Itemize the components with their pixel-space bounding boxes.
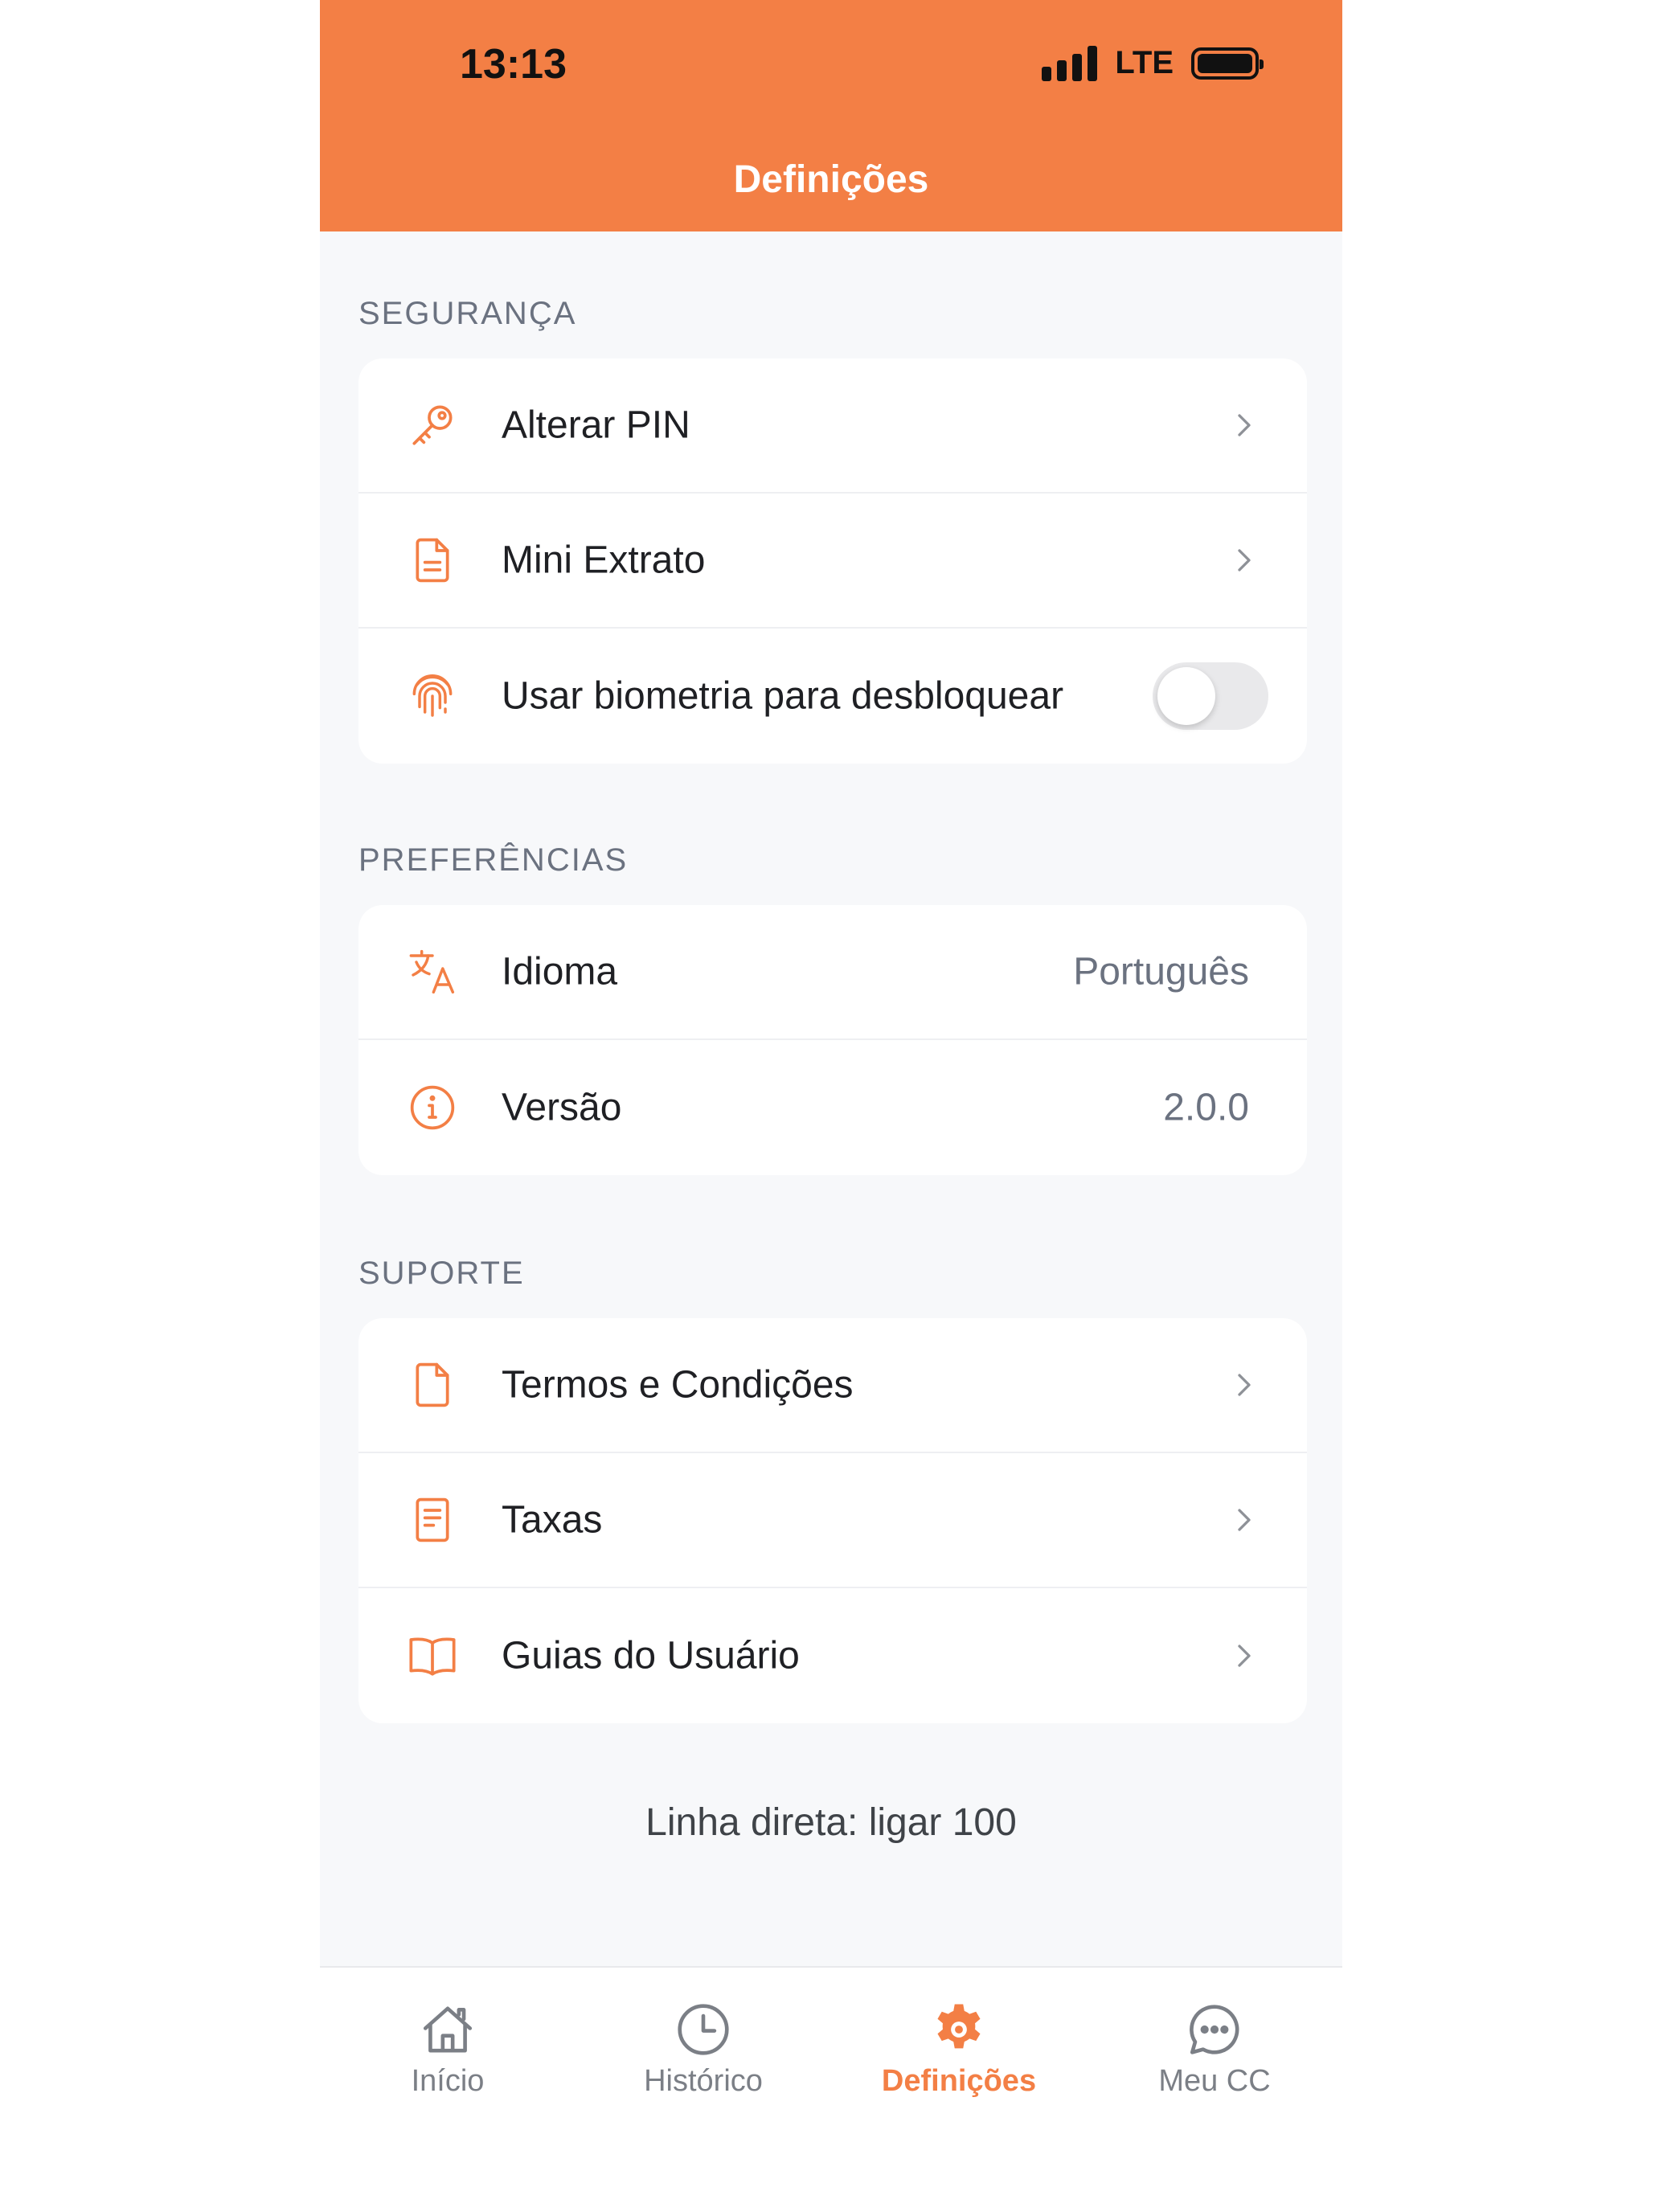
language-value: Português (1073, 950, 1249, 993)
version-label: Versão (502, 1086, 622, 1129)
user-guides-row[interactable]: Guias do Usuário (358, 1588, 1307, 1723)
chevron-right-icon (1238, 1509, 1251, 1531)
network-type: LTE (1115, 45, 1174, 80)
section-label-preferences: PREFERÊNCIAS (358, 842, 629, 878)
biometrics-label: Usar biometria para desbloquear (502, 674, 1064, 718)
change-pin-label: Alterar PIN (502, 403, 690, 447)
translate-icon (407, 946, 458, 997)
language-label: Idioma (502, 950, 618, 993)
security-card: Alterar PIN Mini Extrato Usar biometria … (358, 358, 1307, 764)
support-card: Termos e Condições Taxas Guias do Usuári… (358, 1318, 1307, 1723)
preferences-card: Idioma Português Versão 2.0.0 (358, 905, 1307, 1175)
section-label-security: SEGURANÇA (358, 296, 577, 331)
language-row[interactable]: Idioma Português (358, 905, 1307, 1040)
status-indicators: LTE (1042, 45, 1264, 81)
version-value: 2.0.0 (1163, 1086, 1249, 1129)
chevron-right-icon (1238, 549, 1251, 571)
biometrics-row: Usar biometria para desbloquear (358, 629, 1307, 764)
tab-history[interactable]: Histórico (576, 2000, 831, 2099)
gear-icon (937, 2004, 981, 2049)
fees-row[interactable]: Taxas (358, 1453, 1307, 1588)
tab-my-cc[interactable]: Meu CC (1087, 2000, 1342, 2099)
signal-icon (1042, 45, 1098, 81)
key-icon (407, 399, 458, 451)
tab-home-label: Início (411, 2064, 485, 2098)
header: 13:13 LTE Definições (320, 0, 1342, 231)
mini-statement-label: Mini Extrato (502, 539, 706, 582)
section-label-support: SUPORTE (358, 1256, 525, 1291)
document-icon (407, 535, 458, 586)
file-icon (407, 1359, 458, 1411)
app-screen: 13:13 LTE Definições SEGURANÇA Alterar P… (320, 0, 1342, 2212)
biometrics-toggle[interactable] (1153, 662, 1268, 730)
clock-icon (678, 2004, 729, 2055)
tab-settings-label: Definições (881, 2064, 1037, 2098)
page-title: Definições (733, 158, 929, 201)
version-row: Versão 2.0.0 (358, 1040, 1307, 1175)
book-icon (407, 1630, 458, 1682)
chevron-right-icon (1238, 1645, 1251, 1667)
mini-statement-row[interactable]: Mini Extrato (358, 494, 1307, 629)
change-pin-row[interactable]: Alterar PIN (358, 358, 1307, 494)
chevron-right-icon (1238, 414, 1251, 436)
receipt-icon (407, 1494, 458, 1546)
battery-icon (1191, 47, 1264, 80)
fees-label: Taxas (502, 1498, 603, 1542)
terms-label: Termos e Condições (502, 1363, 854, 1407)
user-guides-label: Guias do Usuário (502, 1634, 800, 1677)
toggle-knob (1157, 667, 1215, 725)
tab-bar: Início Histórico Definições Meu CC (320, 1966, 1342, 2212)
status-time: 13:13 (460, 41, 567, 88)
fingerprint-icon (407, 670, 458, 722)
info-icon (407, 1082, 458, 1133)
tab-history-label: Histórico (644, 2064, 763, 2098)
tab-settings[interactable]: Definições (831, 2000, 1087, 2099)
tab-my-cc-label: Meu CC (1158, 2064, 1271, 2098)
hotline-text: Linha direta: ligar 100 (645, 1801, 1017, 1844)
terms-row[interactable]: Termos e Condições (358, 1318, 1307, 1453)
home-icon (423, 2006, 473, 2053)
chevron-right-icon (1238, 1374, 1251, 1396)
chat-icon (1190, 2005, 1239, 2054)
tab-home[interactable]: Início (320, 2000, 576, 2099)
